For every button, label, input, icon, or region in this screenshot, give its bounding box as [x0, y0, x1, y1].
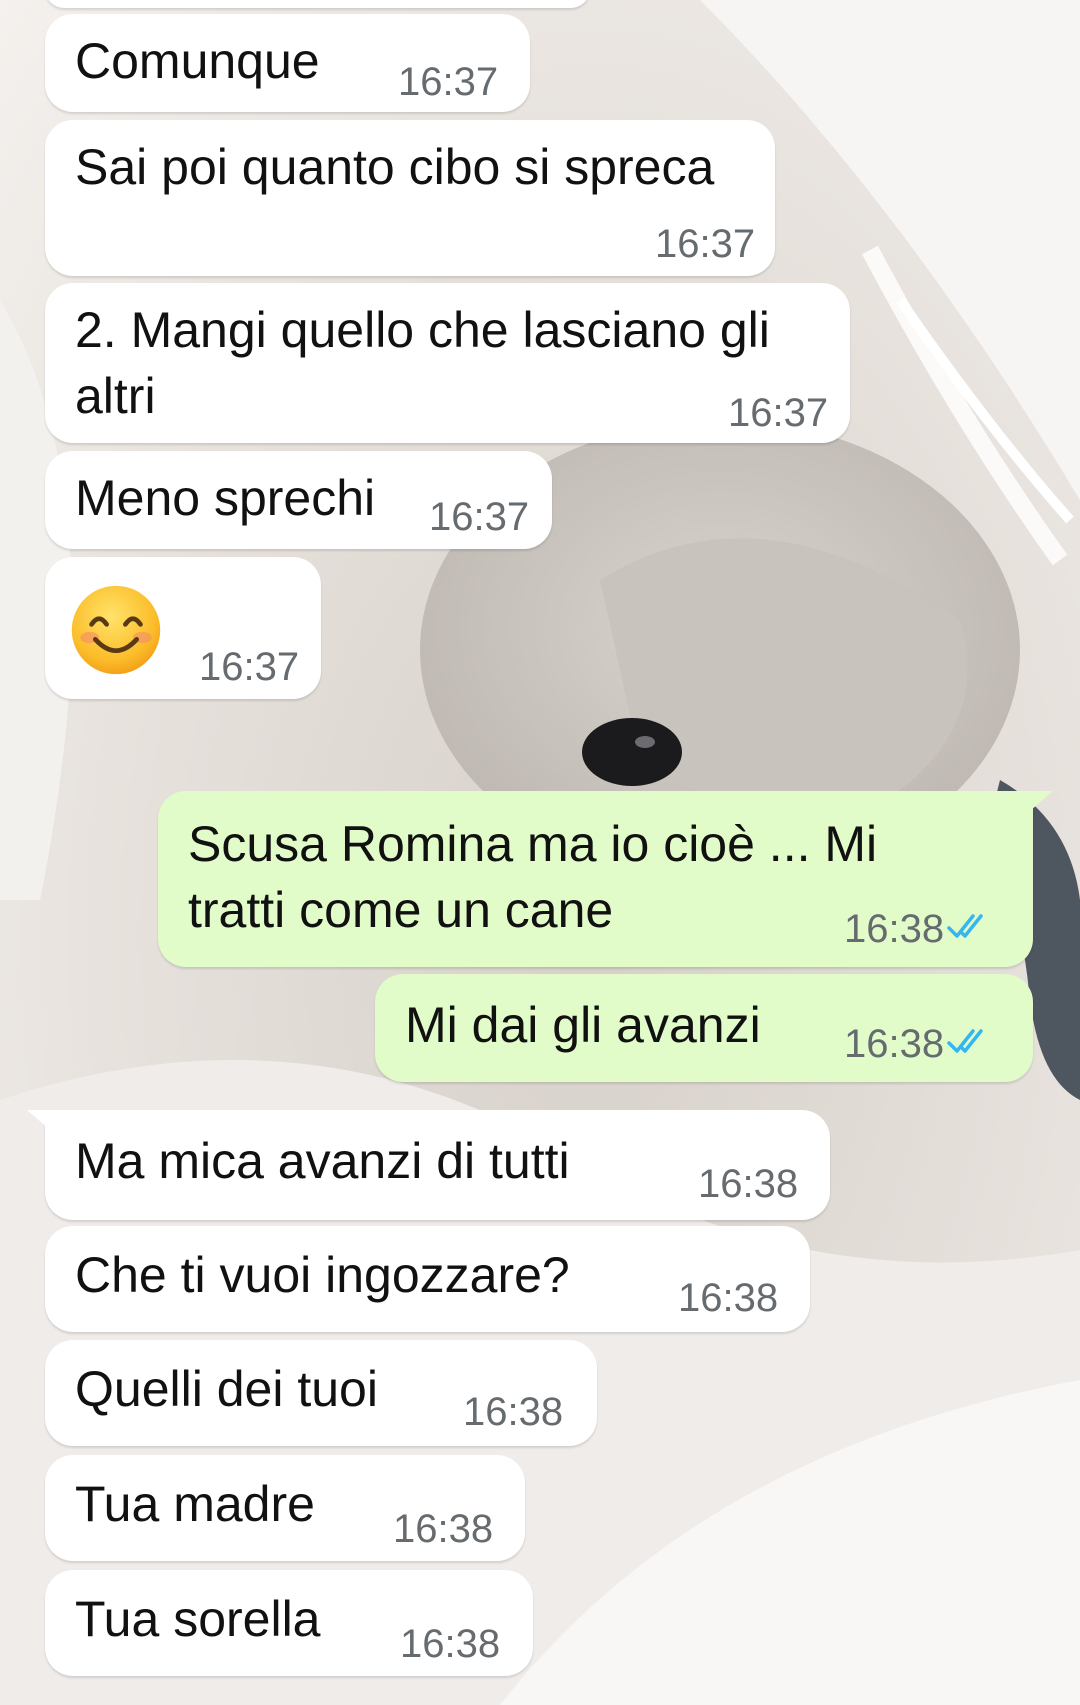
chat-message-list: Comunque 16:37 Sai poi quanto cibo si sp… [0, 0, 1080, 1705]
message-bubble-partial[interactable] [45, 0, 590, 8]
message-timestamp: 16:37 [398, 60, 499, 104]
message-text: Mi dai gli avanzi [405, 997, 761, 1053]
message-timestamp: 16:37 [199, 645, 300, 689]
message-text: Che ti vuoi ingozzare? [75, 1247, 570, 1303]
message-text: Tua sorella [75, 1591, 321, 1647]
message-text: Sai poi quanto cibo si spreca [75, 139, 715, 195]
message-text: Ma mica avanzi di tutti [75, 1133, 570, 1189]
message-timestamp: 16:37 [655, 222, 756, 266]
message-bubble-incoming[interactable]: Comunque 16:37 [45, 14, 530, 112]
message-bubble-incoming[interactable]: Tua madre 16:38 [45, 1455, 525, 1561]
message-bubble-outgoing[interactable]: Scusa Romina ma io cioè ... Mi tratti co… [158, 791, 1053, 967]
message-bubble-incoming[interactable]: Quelli dei tuoi 16:38 [45, 1340, 597, 1446]
bubble-tail [27, 1110, 57, 1136]
bubble-tail [1023, 791, 1053, 817]
message-timestamp: 16:37 [429, 495, 530, 539]
message-timestamp: 16:38 [393, 1507, 494, 1551]
message-bubble-incoming[interactable]: 2. Mangi quello che lasciano gli altri 1… [45, 283, 850, 443]
message-bubble-incoming[interactable]: Che ti vuoi ingozzare? 16:38 [45, 1226, 810, 1332]
message-text: 2. Mangi quello che lasciano gli altri [75, 302, 770, 424]
message-bubble-incoming[interactable]: Meno sprechi 16:37 [45, 451, 552, 549]
message-bubble-incoming[interactable]: Sai poi quanto cibo si spreca 16:37 [45, 120, 775, 276]
message-text: Meno sprechi [75, 470, 376, 526]
message-bubble-incoming[interactable]: Tua sorella 16:38 [45, 1570, 533, 1676]
message-bubble-incoming[interactable]: Ma mica avanzi di tutti 16:38 [27, 1110, 830, 1220]
double-check-icon [947, 1029, 983, 1053]
message-text: Tua madre [75, 1476, 315, 1532]
message-text: Quelli dei tuoi [75, 1361, 378, 1417]
message-bubble-outgoing[interactable]: Mi dai gli avanzi 16:38 [375, 974, 1033, 1082]
smiling-face-emoji [71, 585, 161, 675]
double-check-icon [947, 914, 983, 938]
message-text: Comunque [75, 33, 320, 89]
message-timestamp: 16:38 [844, 1022, 945, 1066]
message-timestamp: 16:38 [844, 907, 945, 951]
message-bubble-incoming[interactable]: 16:37 [45, 557, 321, 699]
message-timestamp: 16:38 [400, 1622, 501, 1666]
message-timestamp: 16:38 [698, 1162, 799, 1206]
message-timestamp: 16:38 [463, 1390, 564, 1434]
message-timestamp: 16:38 [678, 1276, 779, 1320]
message-text: Scusa Romina ma io cioè ... Mi tratti co… [188, 816, 878, 938]
message-timestamp: 16:37 [728, 391, 829, 435]
